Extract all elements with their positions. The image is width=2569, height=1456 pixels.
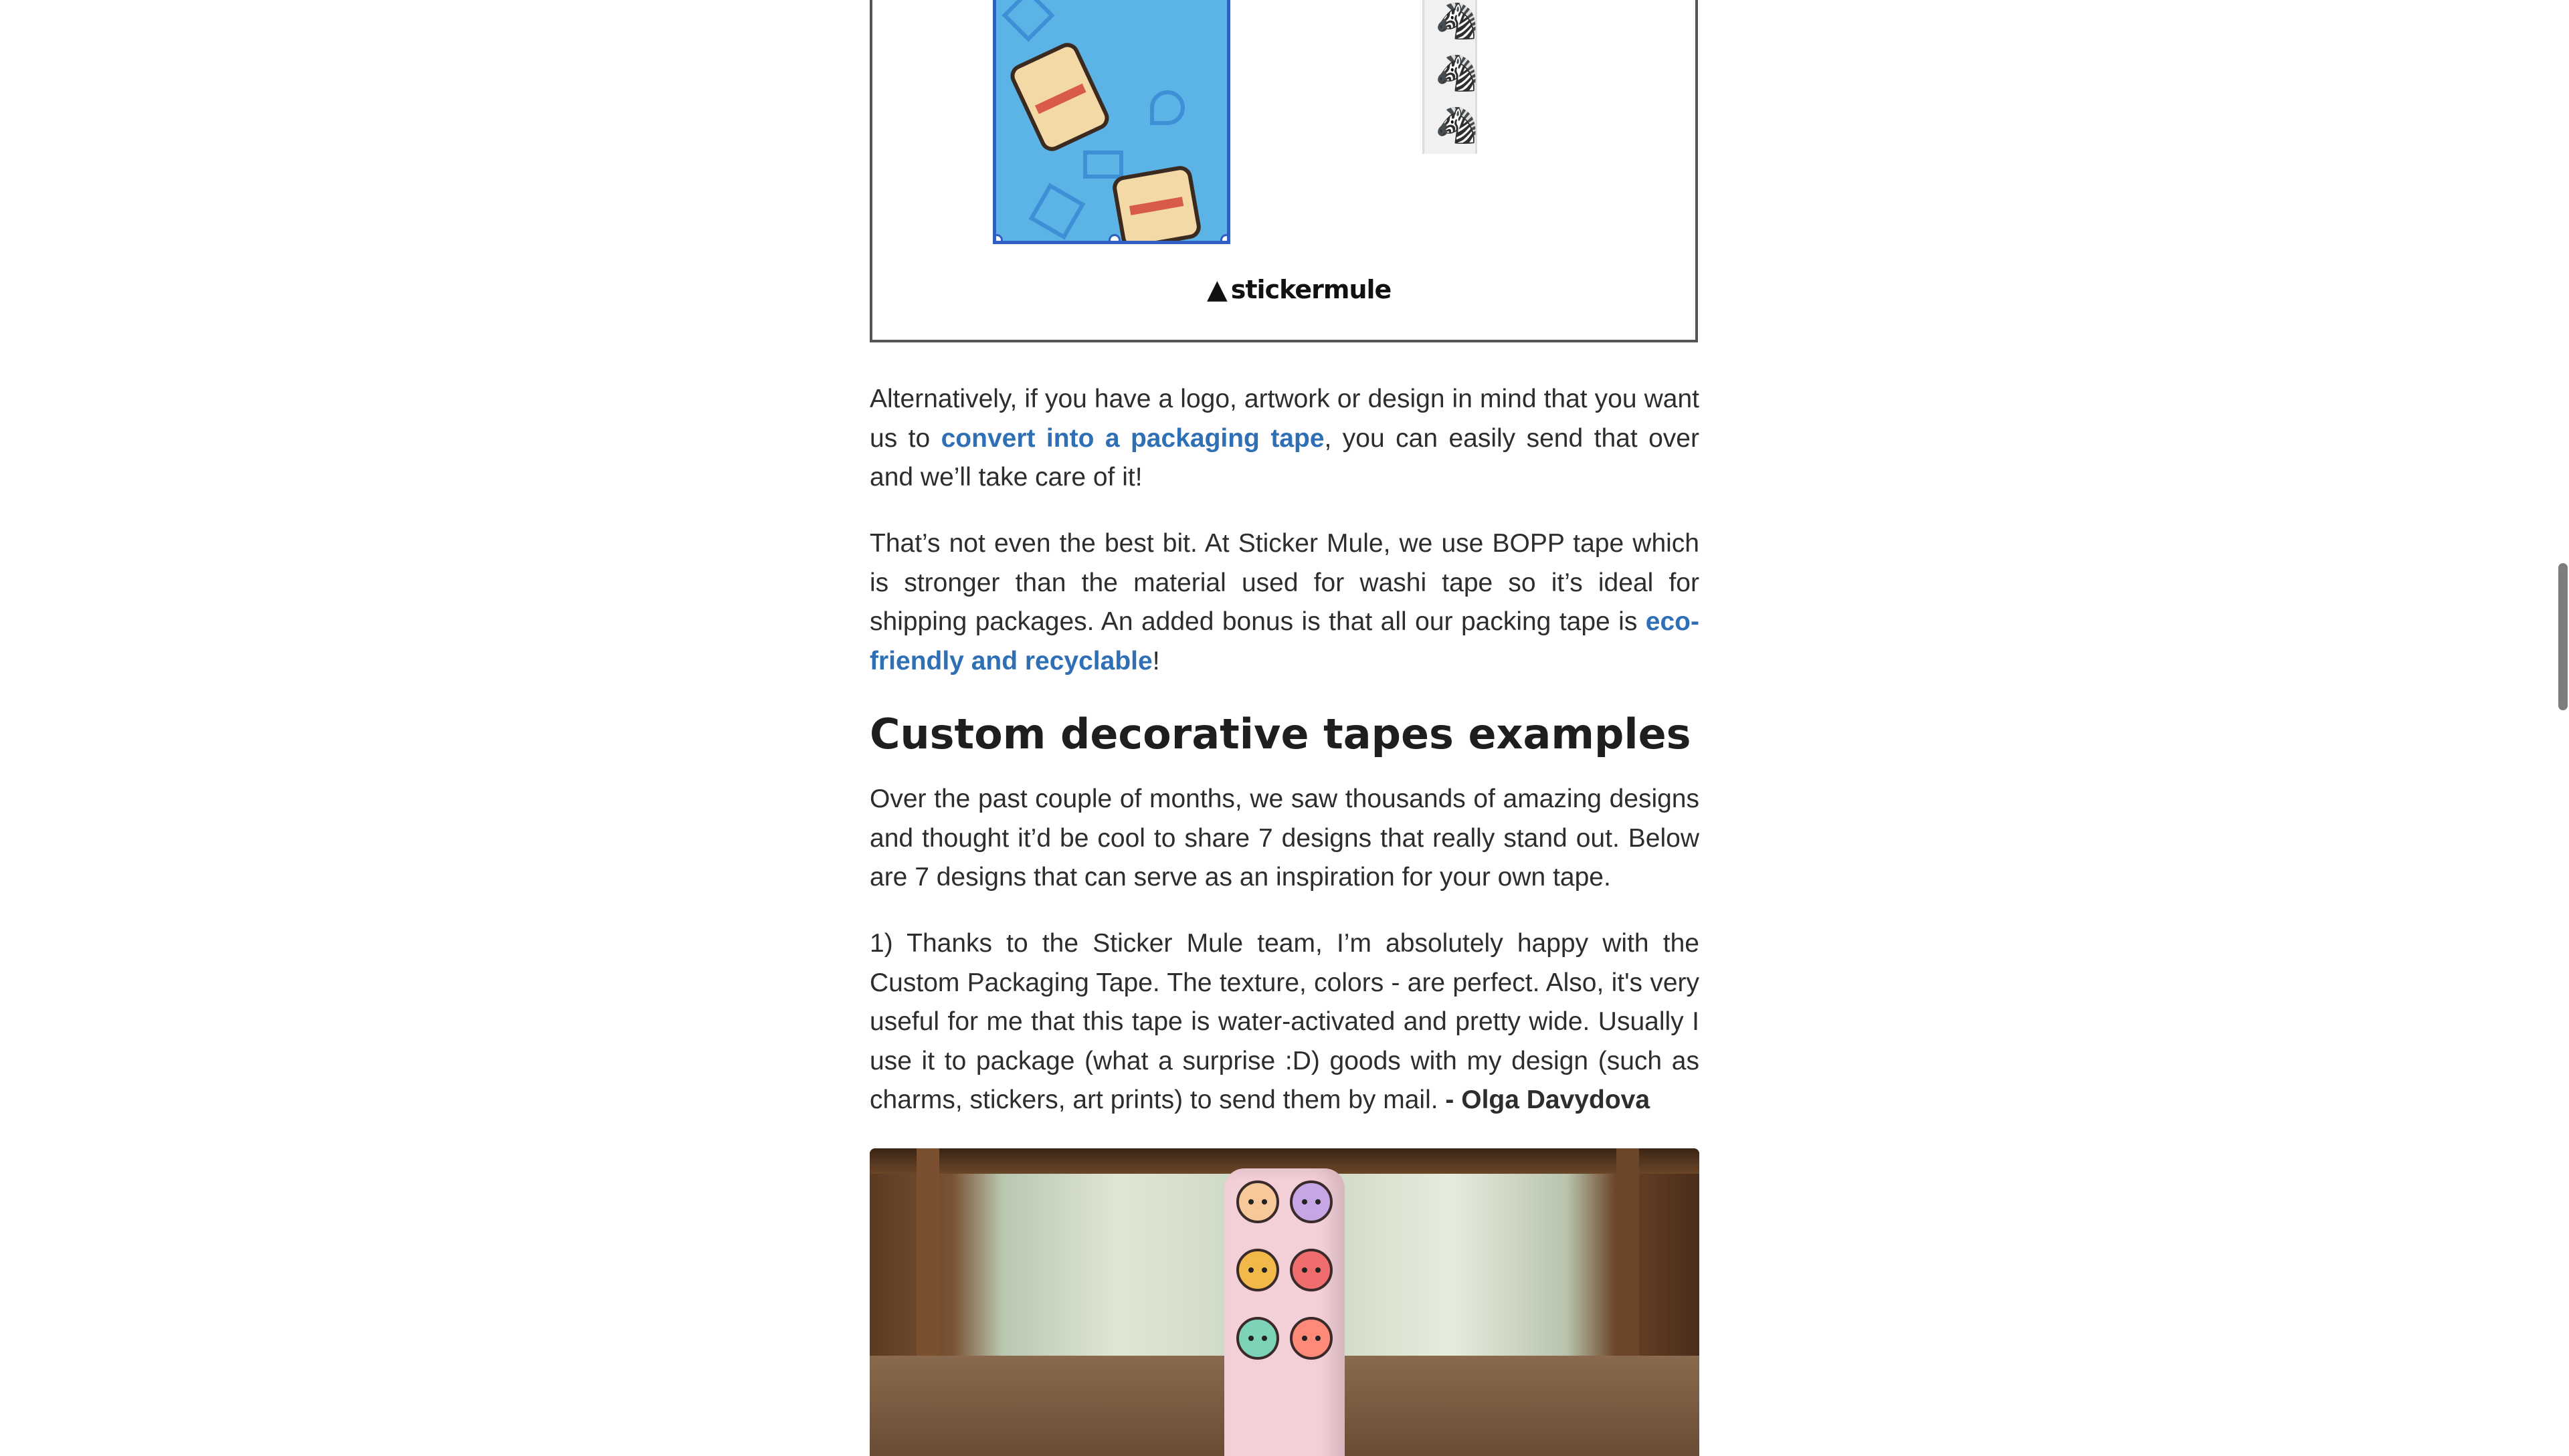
paragraph-intro-examples: Over the past couple of months, we saw t… xyxy=(870,785,1699,892)
tape-roll-photo xyxy=(870,1148,1699,1456)
section-heading: Custom decorative tapes examples xyxy=(870,710,1691,758)
face-sticker-icon xyxy=(1236,1180,1279,1223)
tape-roll xyxy=(1224,1168,1345,1456)
convert-to-tape-link[interactable]: convert into a packaging tape xyxy=(941,424,1325,453)
page-scrollbar[interactable] xyxy=(2553,0,2569,1444)
face-sticker-icon xyxy=(1290,1317,1333,1360)
zebra-icon: 🦓 xyxy=(1435,54,1479,94)
paragraph-bopp-tape: That’s not even the best bit. At Sticker… xyxy=(870,529,1699,675)
tape-design-image: 🦓 🦓 🦓 ▲ stickermule xyxy=(870,0,1698,342)
bag-illustration-icon xyxy=(1006,39,1113,155)
leaf-pattern-icon xyxy=(1150,90,1185,125)
selection-handle xyxy=(1109,234,1121,241)
face-sticker-icon xyxy=(1236,1249,1279,1291)
zebra-tape-preview: 🦓 🦓 🦓 xyxy=(1422,0,1479,154)
scrollbar-thumb[interactable] xyxy=(2558,563,2568,710)
selection-handle xyxy=(996,234,1003,241)
face-sticker-icon xyxy=(1290,1249,1333,1291)
suitcase-illustration-icon xyxy=(1111,164,1203,241)
face-sticker-icon xyxy=(1290,1180,1333,1223)
testimonial-paragraph: 1) Thanks to the Sticker Mule team, I’m … xyxy=(870,929,1699,1114)
zebra-icon: 🦓 xyxy=(1435,106,1479,146)
selection-handle xyxy=(1220,234,1227,241)
stickermule-logo: ▲ stickermule xyxy=(1207,274,1392,305)
diamond-pattern-icon xyxy=(1028,183,1086,240)
diamond-pattern-icon xyxy=(1002,0,1055,42)
paragraph-custom-logo: Alternatively, if you have a logo, artwo… xyxy=(870,385,1699,492)
testimonial-author: - Olga Davydova xyxy=(1445,1085,1650,1114)
mule-icon: ▲ xyxy=(1207,274,1228,305)
face-sticker-icon xyxy=(1236,1317,1279,1360)
blue-tape-design xyxy=(993,0,1230,244)
envelope-pattern-icon xyxy=(1083,150,1123,179)
zebra-icon: 🦓 xyxy=(1435,1,1479,41)
